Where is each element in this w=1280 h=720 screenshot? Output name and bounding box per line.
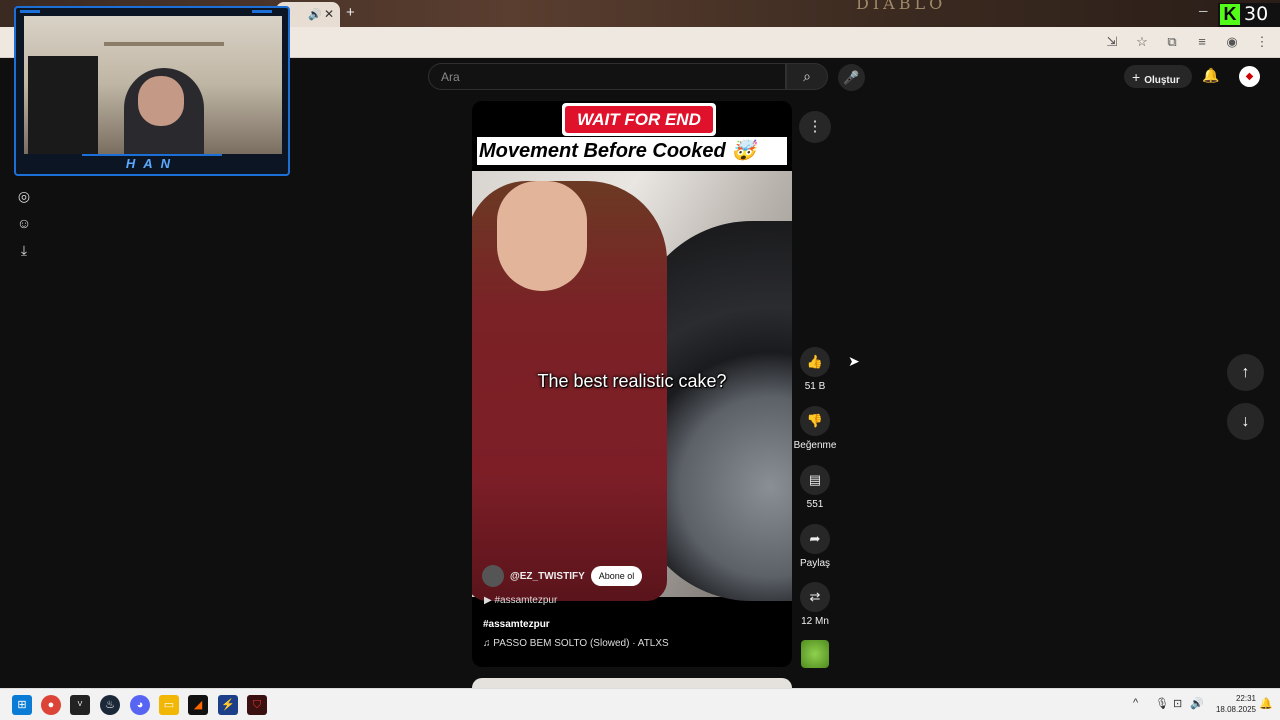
like-button[interactable]: 👍 51 B — [795, 347, 835, 392]
create-label: Oluştur — [1144, 75, 1180, 86]
install-icon[interactable]: ⇲ — [1104, 34, 1120, 50]
shield-app-icon[interactable]: ⛉ — [247, 695, 267, 715]
like-count: 51 B — [804, 381, 826, 392]
steam-icon[interactable]: ♨ — [100, 695, 120, 715]
obs-app-icon[interactable]: ◢ — [188, 695, 208, 715]
subscriptions-icon[interactable]: ◎ — [16, 188, 32, 204]
webcam-video — [24, 16, 282, 154]
channel-row: @EZ_TWISTIFY Abone ol — [482, 563, 643, 589]
share-button[interactable]: ➦ Paylaş — [795, 524, 835, 569]
wait-banner: WAIT FOR END 🤯 — [562, 103, 716, 156]
channel-avatar[interactable] — [482, 565, 504, 587]
dislike-button[interactable]: 👎 Beğenme — [794, 406, 836, 451]
search-input[interactable]: Ara — [428, 63, 786, 90]
music-link[interactable]: ♫ PASSO BEM SOLTO (Slowed) · ATLXS — [483, 638, 669, 649]
mic-icon[interactable]: 🎤 — [838, 64, 865, 91]
remix-button[interactable]: ⇄ 12 Mn — [795, 582, 835, 627]
voicemod-icon[interactable]: V — [70, 695, 90, 715]
tray-mic-icon[interactable]: 🎙 — [1155, 697, 1169, 710]
minimize-icon[interactable]: ─ — [1199, 4, 1208, 18]
webcam-overlay: HAN — [14, 6, 290, 176]
bookmark-star-icon[interactable]: ☆ — [1134, 34, 1150, 50]
speaker-icon[interactable]: 🔊 — [308, 8, 322, 21]
taskbar: ⊞ ● V ♨ ◕ ▭ ◢ ⚡ ⛉ ^ 🎙 ⊡ 🔊 22:31 18.08.20… — [0, 688, 1280, 720]
next-short-arrow-icon[interactable]: ↓ — [1227, 403, 1264, 440]
tray-volume-icon[interactable]: 🔊 — [1190, 697, 1204, 710]
search-icon[interactable]: ⌕ — [786, 63, 828, 90]
mouse-cursor-icon: ➤ — [848, 353, 860, 369]
bolt-app-icon[interactable]: ⚡ — [218, 695, 238, 715]
kick-viewer-count: 30 — [1244, 3, 1269, 25]
avatar[interactable]: ◆ — [1239, 66, 1260, 87]
music-note-icon: ♫ — [483, 638, 494, 649]
hashtag-link[interactable]: #assamtezpur — [483, 619, 550, 630]
chrome-icon[interactable]: ● — [41, 695, 61, 715]
comments-button[interactable]: ▤ 551 — [795, 465, 835, 510]
comment-count: 551 — [806, 499, 824, 510]
channel-name[interactable]: @EZ_TWISTIFY — [510, 571, 585, 582]
short-video-player[interactable]: WAIT FOR END 🤯 Movement Before Cooked 🤯 … — [472, 101, 792, 667]
comment-icon: ▤ — [800, 465, 830, 495]
video-caption: The best realistic cake? — [537, 371, 727, 391]
remix-count: 12 Mn — [801, 616, 829, 627]
menu-icon[interactable]: ⋮ — [1254, 34, 1270, 50]
remix-icon: ⇄ — [800, 582, 830, 612]
screen: e 🔊 ✕ + DIABLO ─ K 30 ⇲ ☆ ⧉ ≡ ◉ ⋮ Ara ⌕ … — [0, 0, 1280, 720]
dislike-label: Beğenme — [793, 440, 837, 451]
webcam-name: HAN — [82, 154, 222, 172]
kick-overlay: K 30 — [1218, 3, 1280, 27]
plus-icon: + — [1132, 69, 1141, 85]
notification-icon[interactable]: 🔔 — [1259, 697, 1273, 710]
clock-date: 18.08.2025 — [1215, 705, 1256, 714]
thumbs-up-icon: 👍 — [800, 347, 830, 377]
new-tab-button[interactable]: + — [346, 4, 355, 21]
more-options-icon[interactable]: ⋮ — [799, 111, 831, 143]
downloads-icon[interactable]: ⤓ — [16, 242, 32, 258]
you-icon[interactable]: ☺ — [16, 215, 32, 231]
title-row[interactable]: ▶ #assamtezpur — [484, 595, 557, 606]
previous-short-arrow-icon[interactable]: ↑ — [1227, 354, 1264, 391]
extensions-icon[interactable]: ⧉ — [1164, 34, 1180, 50]
discord-icon[interactable]: ◕ — [130, 695, 150, 715]
clock-time: 22:31 — [1235, 694, 1256, 703]
tray-chevron-icon[interactable]: ^ — [1133, 697, 1138, 709]
bell-icon[interactable]: 🔔 — [1202, 67, 1219, 84]
windows-start-icon[interactable]: ⊞ — [12, 695, 32, 715]
sound-thumbnail[interactable] — [801, 640, 829, 668]
tray-network-icon[interactable]: ⊡ — [1173, 697, 1182, 710]
kick-logo-icon: K — [1220, 4, 1240, 25]
share-icon: ➦ — [800, 524, 830, 554]
playlist-icon[interactable]: ≡ — [1194, 34, 1210, 50]
system-clock[interactable]: 22:31 18.08.2025 — [1206, 693, 1256, 715]
video-headline: Movement Before Cooked 🤯 — [477, 137, 787, 165]
file-explorer-icon[interactable]: ▭ — [159, 695, 179, 715]
profile-icon[interactable]: ◉ — [1224, 34, 1240, 50]
close-tab-icon[interactable]: ✕ — [324, 7, 334, 21]
play-icon: ▶ — [484, 595, 495, 606]
share-label: Paylaş — [799, 558, 830, 569]
background-logo: DIABLO — [856, 0, 947, 13]
thumbs-down-icon: 👎 — [800, 406, 830, 436]
subscribe-button[interactable]: Abone ol — [590, 566, 643, 586]
create-button[interactable]: + Oluştur — [1124, 65, 1192, 88]
